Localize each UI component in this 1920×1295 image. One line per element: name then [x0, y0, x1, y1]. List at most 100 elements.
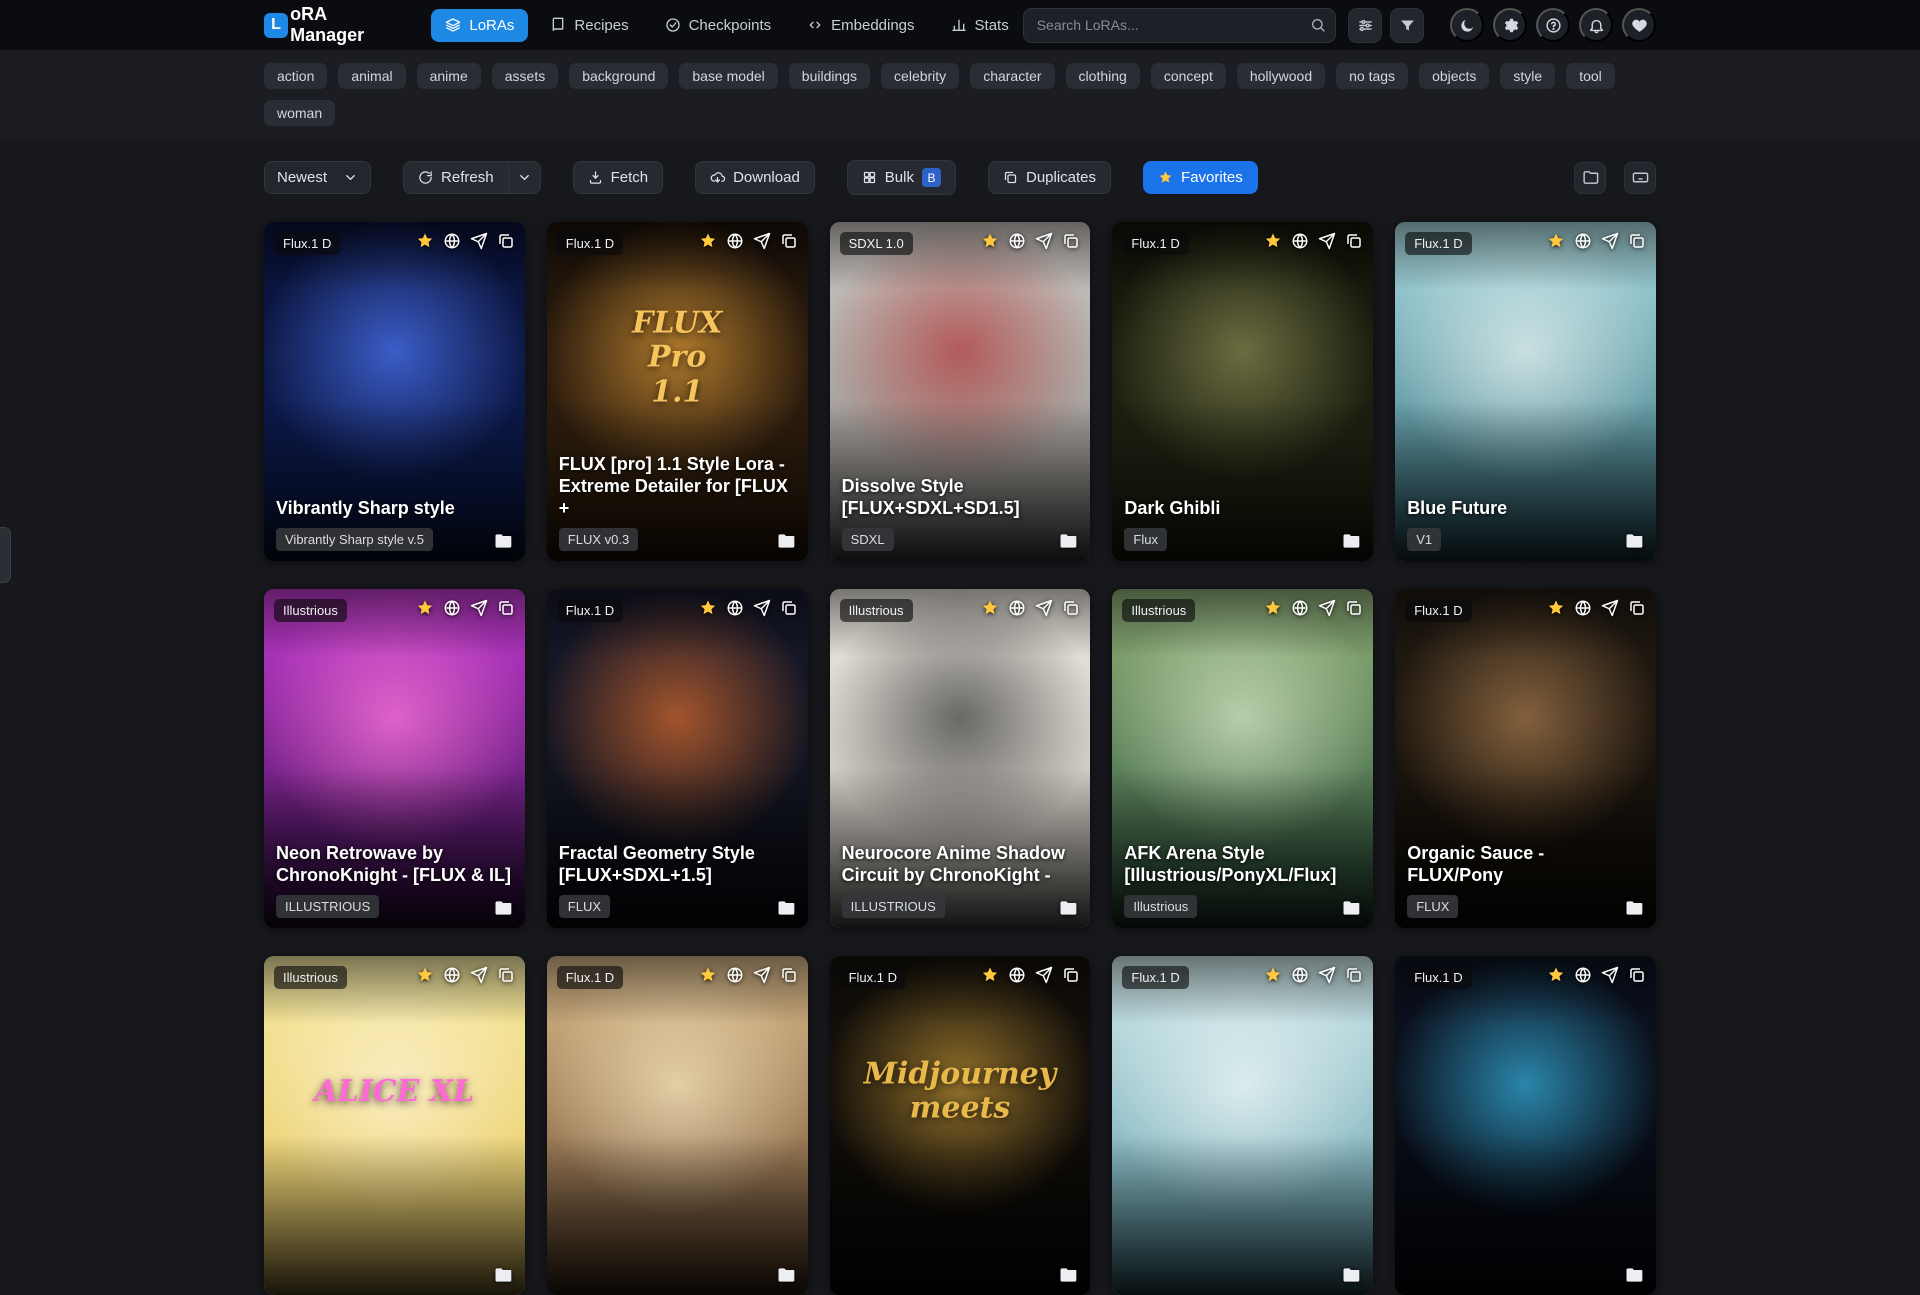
send-icon[interactable] — [470, 232, 488, 250]
globe-icon[interactable] — [1574, 966, 1592, 984]
folder-icon[interactable] — [493, 898, 513, 918]
lora-card[interactable]: Illustrious Neon Retrowave by ChronoKnig… — [264, 589, 525, 928]
tag-chip[interactable]: animal — [338, 63, 405, 89]
tag-chip[interactable]: woman — [264, 100, 335, 126]
copy-icon[interactable] — [497, 599, 515, 617]
globe-icon[interactable] — [1574, 599, 1592, 617]
globe-icon[interactable] — [726, 599, 744, 617]
folder-view-button[interactable] — [1574, 162, 1606, 194]
copy-icon[interactable] — [497, 966, 515, 984]
lora-card[interactable]: Flux.1 D — [547, 956, 808, 1295]
send-icon[interactable] — [1601, 599, 1619, 617]
search-input[interactable] — [1023, 8, 1337, 43]
nav-item-checkpoints[interactable]: Checkpoints — [651, 9, 786, 42]
tag-chip[interactable]: style — [1500, 63, 1555, 89]
lora-card[interactable]: SDXL 1.0 Dissolve Style [FLUX+SDXL+SD1.5… — [830, 222, 1091, 561]
send-icon[interactable] — [1601, 232, 1619, 250]
lora-card[interactable]: Flux.1 D — [1112, 956, 1373, 1295]
tag-chip[interactable]: assets — [492, 63, 558, 89]
globe-icon[interactable] — [443, 232, 461, 250]
copy-icon[interactable] — [1345, 599, 1363, 617]
send-icon[interactable] — [753, 966, 771, 984]
tag-chip[interactable]: buildings — [789, 63, 870, 89]
favorite-star-icon[interactable] — [416, 966, 434, 984]
version-tag[interactable]: Flux — [1124, 528, 1167, 551]
globe-icon[interactable] — [443, 966, 461, 984]
send-icon[interactable] — [1318, 966, 1336, 984]
send-icon[interactable] — [1035, 232, 1053, 250]
version-tag[interactable]: ILLUSTRIOUS — [276, 895, 379, 918]
favorite-star-icon[interactable] — [1547, 966, 1565, 984]
favorite-star-icon[interactable] — [1264, 232, 1282, 250]
keyboard-shortcuts-button[interactable] — [1624, 162, 1656, 194]
refresh-button[interactable]: Refresh — [403, 161, 508, 194]
favorite-star-icon[interactable] — [1264, 599, 1282, 617]
lora-card[interactable]: ALICE XL Illustrious — [264, 956, 525, 1295]
favorite-star-icon[interactable] — [699, 966, 717, 984]
folder-icon[interactable] — [493, 531, 513, 551]
lora-card[interactable]: Illustrious AFK Arena Style [Illustrious… — [1112, 589, 1373, 928]
send-icon[interactable] — [1035, 599, 1053, 617]
folder-icon[interactable] — [1058, 1265, 1078, 1285]
globe-icon[interactable] — [443, 599, 461, 617]
version-tag[interactable]: ILLUSTRIOUS — [842, 895, 945, 918]
globe-icon[interactable] — [1574, 232, 1592, 250]
favorite-star-icon[interactable] — [981, 966, 999, 984]
copy-icon[interactable] — [497, 232, 515, 250]
send-icon[interactable] — [470, 966, 488, 984]
favorites-filter-button[interactable]: Favorites — [1143, 161, 1258, 194]
version-tag[interactable]: SDXL — [842, 528, 894, 551]
nav-item-stats[interactable]: Stats — [937, 9, 1023, 42]
tag-chip[interactable]: concept — [1151, 63, 1226, 89]
duplicates-button[interactable]: Duplicates — [988, 161, 1111, 194]
send-icon[interactable] — [470, 599, 488, 617]
folder-icon[interactable] — [1341, 1265, 1361, 1285]
folder-icon[interactable] — [493, 1265, 513, 1285]
favorite-star-icon[interactable] — [416, 232, 434, 250]
send-icon[interactable] — [1318, 232, 1336, 250]
favorite-star-icon[interactable] — [981, 232, 999, 250]
notifications-button[interactable] — [1579, 8, 1613, 42]
lora-card[interactable]: Flux.1 D Dark Ghibli Flux — [1112, 222, 1373, 561]
help-button[interactable] — [1536, 8, 1570, 42]
favorites-nav-button[interactable] — [1622, 8, 1656, 42]
version-tag[interactable]: Vibrantly Sharp style v.5 — [276, 528, 433, 551]
folder-icon[interactable] — [1624, 531, 1644, 551]
folder-icon[interactable] — [1341, 898, 1361, 918]
nav-item-recipes[interactable]: Recipes — [536, 9, 642, 42]
copy-icon[interactable] — [780, 232, 798, 250]
copy-icon[interactable] — [1628, 966, 1646, 984]
tag-chip[interactable]: action — [264, 63, 327, 89]
favorite-star-icon[interactable] — [416, 599, 434, 617]
globe-icon[interactable] — [1008, 599, 1026, 617]
bulk-button[interactable]: Bulk B — [847, 160, 956, 195]
version-tag[interactable]: FLUX v0.3 — [559, 528, 638, 551]
tag-chip[interactable]: objects — [1419, 63, 1489, 89]
search-icon[interactable] — [1310, 17, 1326, 33]
folder-icon[interactable] — [1058, 531, 1078, 551]
lora-card[interactable]: Illustrious Neurocore Anime Shadow Circu… — [830, 589, 1091, 928]
send-icon[interactable] — [1318, 599, 1336, 617]
lora-card[interactable]: Flux.1 D — [1395, 956, 1656, 1295]
globe-icon[interactable] — [726, 966, 744, 984]
favorite-star-icon[interactable] — [699, 599, 717, 617]
send-icon[interactable] — [1601, 966, 1619, 984]
nav-item-loras[interactable]: LoRAs — [431, 9, 528, 42]
tag-chip[interactable]: background — [569, 63, 668, 89]
lora-card[interactable]: Flux.1 D Vibrantly Sharp style Vibrantly… — [264, 222, 525, 561]
favorite-star-icon[interactable] — [1264, 966, 1282, 984]
tag-chip[interactable]: hollywood — [1237, 63, 1325, 89]
tag-chip[interactable]: anime — [417, 63, 481, 89]
folder-icon[interactable] — [1058, 898, 1078, 918]
filter-funnel-button[interactable] — [1390, 8, 1424, 43]
tag-chip[interactable]: celebrity — [881, 63, 959, 89]
version-tag[interactable]: FLUX — [1407, 895, 1458, 918]
globe-icon[interactable] — [1008, 232, 1026, 250]
copy-icon[interactable] — [1345, 966, 1363, 984]
tag-chip[interactable]: tool — [1566, 63, 1615, 89]
globe-icon[interactable] — [1291, 599, 1309, 617]
lora-card[interactable]: Flux.1 D Organic Sauce - FLUX/Pony FLUX — [1395, 589, 1656, 928]
version-tag[interactable]: FLUX — [559, 895, 610, 918]
copy-icon[interactable] — [1628, 232, 1646, 250]
globe-icon[interactable] — [1008, 966, 1026, 984]
